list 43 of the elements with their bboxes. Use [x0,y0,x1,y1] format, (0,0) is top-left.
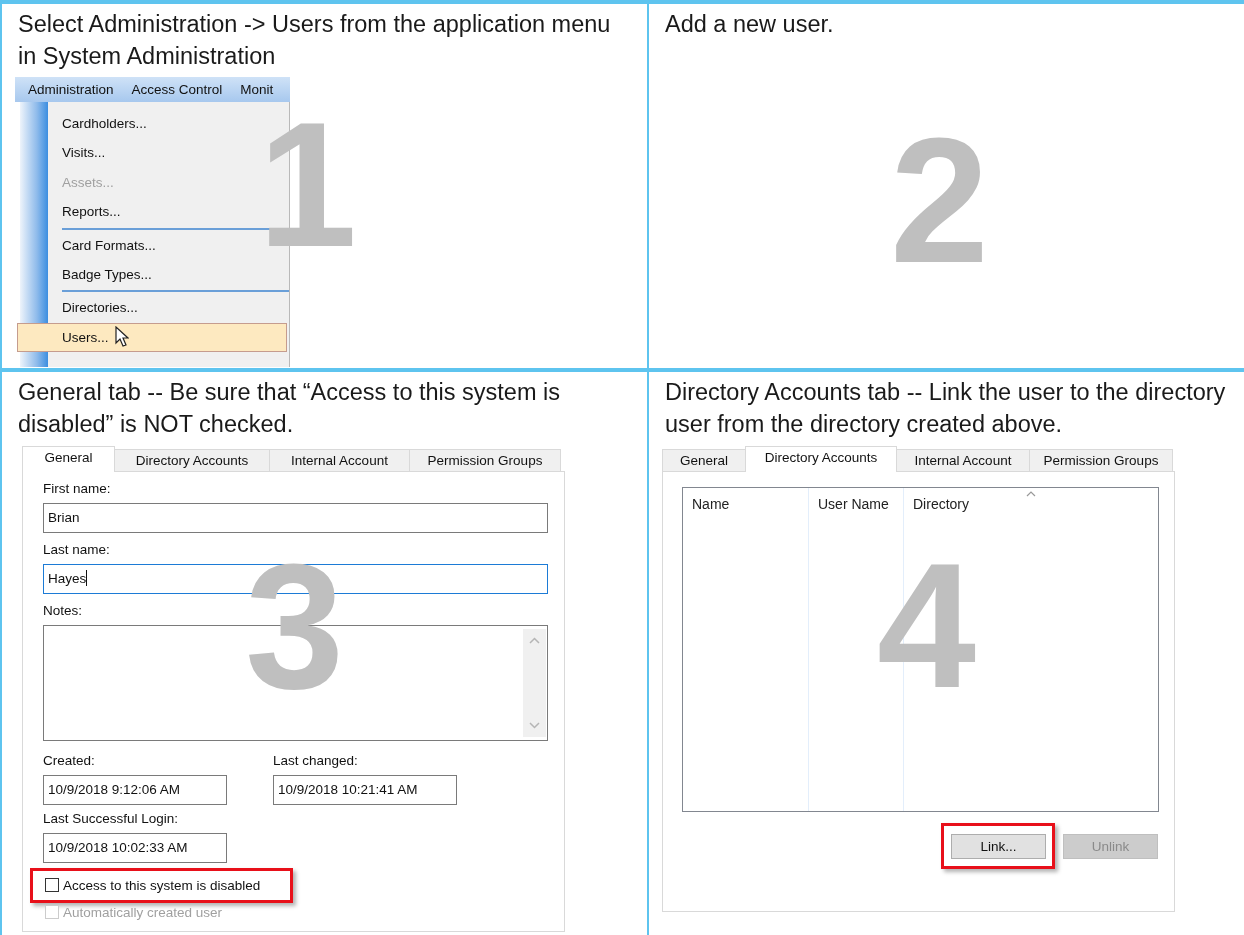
tab[interactable]: Permission Groups [1029,449,1173,471]
step-number: 2 [890,112,989,290]
menu-item[interactable]: Badge Types... [48,259,289,290]
field-label: Last changed: [273,753,359,769]
step-caption: Directory Accounts tab -- Link the user to the directory user from the directory created above. [665,378,1227,439]
scroll-up-icon[interactable] [529,637,540,644]
tab[interactable]: Internal Account [896,449,1030,471]
checkbox-label: Access to this system is disabled [63,877,261,893]
menu-item-label: Users... [62,328,109,347]
tab[interactable]: Directory Accounts [114,449,270,471]
checkbox[interactable] [45,878,59,892]
checkbox-label: Automatically created user [63,904,223,920]
tab[interactable]: Permission Groups [409,449,561,471]
scroll-down-icon[interactable] [529,722,540,729]
field-label: Created: [43,753,96,769]
column-header[interactable]: User Name [818,496,889,512]
field-label: First name: [43,481,112,497]
text-field[interactable]: 10/9/2018 9:12:06 AM [43,775,227,805]
menu-bar-item[interactable]: Administration [15,82,122,97]
scrollbar[interactable] [523,629,546,737]
field-label: Last name: [43,542,111,558]
column-header[interactable]: Directory [913,496,969,512]
text-field[interactable]: Brian [43,503,548,533]
step-caption: Select Administration -> Users from the application menu in System Administration [18,10,612,71]
text-field[interactable]: 10/9/2018 10:21:41 AM [273,775,457,805]
menu-item[interactable]: Reports... [48,197,289,227]
step-caption: Add a new user. [665,10,835,39]
text-field[interactable]: 10/9/2018 10:02:33 AM [43,833,227,863]
field-label: Notes: [43,603,84,619]
tab[interactable]: Internal Account [269,449,410,471]
step-caption: General tab -- Be sure that “Access to this system is disabled” is NOT checked. [18,378,561,439]
field-label: Last Successful Login: [43,811,180,827]
step-number: 4 [877,537,976,715]
mouse-pointer-icon [114,326,129,349]
sort-caret-icon [1026,491,1036,497]
button[interactable]: Link... [951,834,1046,859]
menu-bar-item[interactable]: Access Control [121,82,231,97]
column-header[interactable]: Name [692,496,730,512]
menu-item[interactable]: Directories... [48,293,289,323]
tab[interactable]: Directory Accounts [745,446,897,472]
tab[interactable]: General [662,449,746,471]
menu-item-highlight[interactable]: Users... [17,322,287,353]
tab[interactable]: General [22,446,115,472]
